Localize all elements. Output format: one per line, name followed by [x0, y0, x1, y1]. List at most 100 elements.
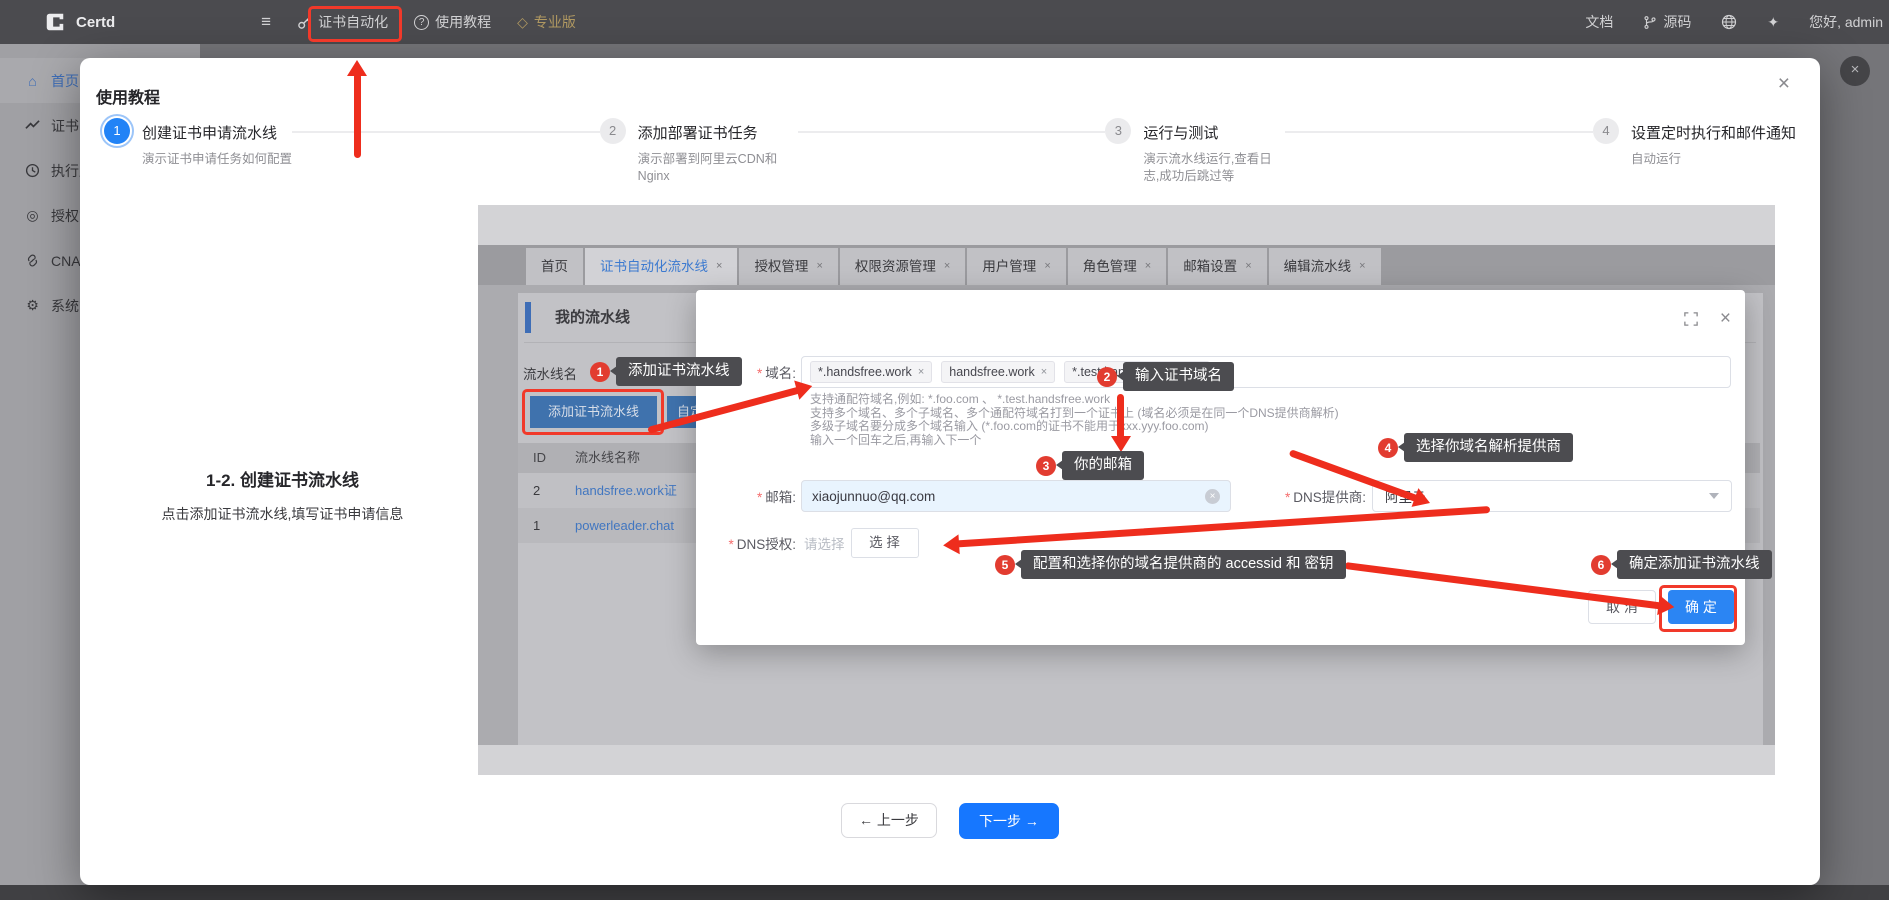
tour-close-fab[interactable]: ×: [1840, 56, 1870, 86]
step-3-desc: 演示流水线运行,查看日志,成功后跳过等: [1143, 151, 1285, 185]
tag-remove-icon[interactable]: ×: [918, 366, 924, 378]
dns-provider-select[interactable]: 阿里云: [1372, 480, 1732, 512]
email-label: *邮箱:: [696, 486, 796, 506]
panel-title: 我的流水线: [555, 306, 630, 327]
tab-close-icon: ×: [944, 248, 950, 285]
globe-icon[interactable]: [1721, 14, 1737, 30]
target-icon: ◎: [24, 207, 41, 224]
choose-button[interactable]: 选 择: [851, 528, 919, 558]
nav-item-pro[interactable]: ◇ 专业版: [517, 12, 576, 32]
tab-perm-mgmt[interactable]: 权限资源管理×: [840, 248, 965, 285]
demo-top-band: [478, 205, 1775, 245]
step-3: 3 运行与测试 演示流水线运行,查看日志,成功后跳过等: [1105, 116, 1285, 185]
top-navbar: Certd ≡ 证书自动化 ? 使用教程 ◇ 专业版 文档 源码 ✦: [0, 0, 1889, 44]
section-title: 1-2. 创建证书流水线: [110, 466, 455, 491]
key-icon: [297, 15, 312, 30]
tab-close-icon: ×: [1359, 248, 1365, 285]
cell-id: 2: [518, 473, 575, 508]
domain-help-text: 支持通配符域名,例如: *.foo.com 、 *.test.handsfree…: [810, 393, 1339, 447]
sparkles-icon[interactable]: ✦: [1767, 14, 1779, 31]
step-2-title: 添加部署证书任务: [638, 116, 798, 143]
nav-item-tutorial[interactable]: ? 使用教程: [414, 12, 491, 32]
tab-close-icon: ×: [816, 248, 822, 285]
clock-icon: [24, 163, 41, 178]
nav-source-link[interactable]: 源码: [1643, 12, 1691, 32]
step-4-title: 设置定时执行和邮件通知: [1631, 116, 1796, 143]
gear-icon: ⚙: [24, 297, 41, 314]
step-1-title: 创建证书申请流水线: [142, 116, 292, 143]
step-connector: [292, 131, 600, 133]
next-step-button[interactable]: 下一步 →: [959, 803, 1059, 839]
brand[interactable]: Certd: [44, 11, 115, 33]
trend-icon: [24, 118, 41, 133]
nav-docs-link[interactable]: 文档: [1585, 12, 1613, 32]
steps-bar: 1 创建证书申请流水线 演示证书申请任务如何配置 2 添加部署证书任务 演示部署…: [104, 116, 1796, 185]
tutorial-section-text: 1-2. 创建证书流水线 点击添加证书流水线,填写证书申请信息: [110, 466, 455, 524]
prev-step-button[interactable]: ← 上一步: [841, 803, 937, 838]
domain-label: *域名:: [696, 362, 796, 382]
modal-close-icon[interactable]: ×: [1778, 72, 1790, 96]
brand-name: Certd: [76, 14, 115, 31]
domain-tag[interactable]: *.test.handsfree.work×: [1064, 361, 1210, 383]
domain-tag[interactable]: handsfree.work×: [941, 361, 1055, 383]
email-field[interactable]: xiaojunnuo@qq.com ×: [801, 480, 1231, 512]
nav-tutorial-label: 使用教程: [435, 12, 491, 32]
tab-cert-pipeline[interactable]: 证书自动化流水线×: [585, 248, 737, 285]
tab-user-mgmt[interactable]: 用户管理×: [967, 248, 1065, 285]
step-3-title: 运行与测试: [1143, 116, 1285, 143]
tab-home[interactable]: 首页: [526, 248, 583, 285]
panel-accent-bar: [525, 302, 531, 333]
col-id: ID: [518, 443, 575, 473]
step-4: 4 设置定时执行和邮件通知 自动运行: [1593, 116, 1796, 168]
chevron-down-icon: [1709, 493, 1719, 499]
nav-pro-label: 专业版: [534, 12, 576, 32]
demo-tab-bar: 首页 证书自动化流水线× 授权管理× 权限资源管理× 用户管理× 角色管理× 邮…: [478, 245, 1775, 285]
dns-auth-placeholder: 请选择: [804, 533, 845, 553]
modal-title: 使用教程: [96, 84, 160, 108]
nav-item-cert-automation[interactable]: 证书自动化: [297, 12, 388, 32]
tab-edit-pipeline[interactable]: 编辑流水线×: [1269, 248, 1381, 285]
tab-role-mgmt[interactable]: 角色管理×: [1068, 248, 1166, 285]
sidebar-label: 首页: [51, 71, 79, 91]
tab-close-icon: ×: [1044, 248, 1050, 285]
dns-auth-label: *DNS授权:: [696, 533, 796, 553]
step-1-desc: 演示证书申请任务如何配置: [142, 151, 292, 168]
tab-close-icon: ×: [716, 248, 722, 285]
cell-id: 1: [518, 508, 575, 543]
nav-cert-label: 证书自动化: [318, 12, 388, 32]
certd-logo-icon: [44, 11, 66, 33]
tag-remove-icon[interactable]: ×: [1196, 366, 1202, 378]
tutorial-modal: 使用教程 × 1 创建证书申请流水线 演示证书申请任务如何配置 2 添加部署证书…: [80, 58, 1820, 885]
link-icon: [24, 253, 41, 268]
home-icon: ⌂: [24, 73, 41, 89]
domain-tag[interactable]: *.handsfree.work×: [810, 361, 932, 383]
nav-source-label: 源码: [1663, 12, 1691, 32]
dns-provider-label: *DNS提供商:: [1241, 486, 1366, 506]
step-3-number: 3: [1105, 118, 1131, 144]
dialog-close-icon[interactable]: ×: [1720, 308, 1731, 330]
tab-auth-mgmt[interactable]: 授权管理×: [739, 248, 837, 285]
step-1-number: 1: [104, 118, 130, 144]
domain-tag-input[interactable]: *.handsfree.work× handsfree.work× *.test…: [801, 356, 1731, 388]
confirm-button[interactable]: 确 定: [1668, 590, 1734, 624]
clear-icon[interactable]: ×: [1205, 489, 1220, 504]
email-field-row: *邮箱: xiaojunnuo@qq.com × *DNS提供商: 阿里云: [696, 480, 1736, 512]
dns-provider-value: 阿里云: [1385, 486, 1426, 506]
add-pipeline-button[interactable]: 添加证书流水线: [530, 396, 657, 428]
tab-close-icon: ×: [1145, 248, 1151, 285]
tab-mail-settings[interactable]: 邮箱设置×: [1168, 248, 1266, 285]
git-branch-icon: [1643, 15, 1657, 30]
menu-fold-icon[interactable]: ≡: [261, 12, 271, 32]
tag-remove-icon[interactable]: ×: [1041, 366, 1047, 378]
tab-close-icon: ×: [1245, 248, 1251, 285]
step-2: 2 添加部署证书任务 演示部署到阿里云CDN和Nginx: [600, 116, 798, 185]
demo-bottom-band: [478, 745, 1775, 775]
user-greeting[interactable]: 您好, admin: [1809, 12, 1883, 32]
fullscreen-icon[interactable]: [1684, 312, 1698, 326]
step-connector: [1285, 131, 1593, 133]
step-2-number: 2: [600, 118, 626, 144]
step-1: 1 创建证书申请流水线 演示证书申请任务如何配置: [104, 116, 292, 168]
tag-icon: ◇: [517, 14, 528, 31]
cancel-button[interactable]: 取 消: [1588, 590, 1656, 624]
step-2-desc: 演示部署到阿里云CDN和Nginx: [638, 151, 798, 185]
